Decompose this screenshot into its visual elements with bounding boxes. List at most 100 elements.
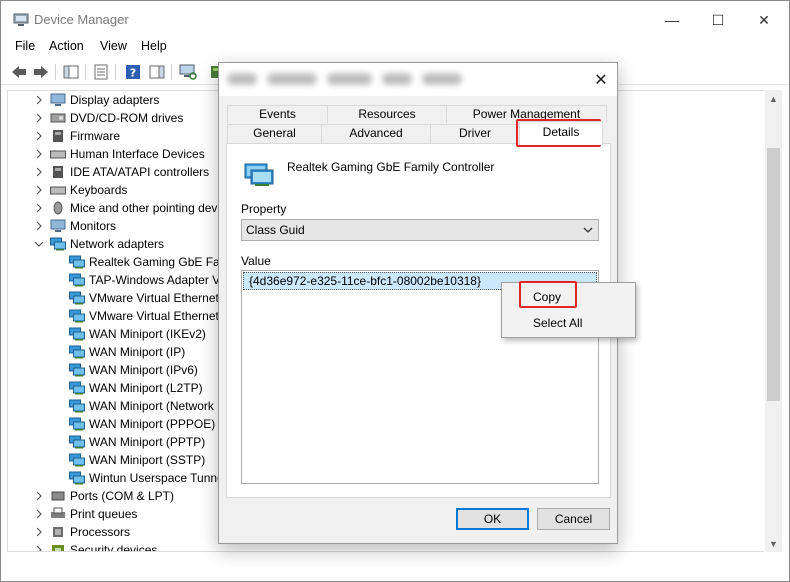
mouse-icon <box>50 201 66 215</box>
security-device-icon <box>50 543 66 551</box>
network-adapter-icon <box>69 435 85 449</box>
chevron-down-icon: ▼ <box>769 538 778 549</box>
tree-item-label: Print queues <box>70 507 138 521</box>
tab-details[interactable]: Details <box>519 121 603 145</box>
chevron-right-icon[interactable] <box>34 487 44 505</box>
properties-button[interactable] <box>91 62 111 82</box>
device-manager-app-icon <box>13 12 29 28</box>
chevron-right-icon[interactable] <box>34 541 44 551</box>
tree-item-label: Processors <box>70 525 131 539</box>
tree-item-label: WAN Miniport (Network <box>89 399 214 413</box>
dialog-close-button[interactable]: ✕ <box>587 66 615 94</box>
tree-item-label: WAN Miniport (IKEv2) <box>89 327 206 341</box>
minimize-button[interactable]: — <box>649 1 695 39</box>
tree-item-label: Mice and other pointing dev <box>70 201 218 215</box>
chevron-right-icon[interactable] <box>34 145 44 163</box>
port-icon <box>50 489 66 503</box>
chevron-right-icon[interactable] <box>34 505 44 523</box>
network-adapter-icon <box>69 255 85 269</box>
tree-item-label: WAN Miniport (IP) <box>89 345 186 359</box>
maximize-button[interactable]: ☐ <box>695 1 741 39</box>
property-label: Property <box>241 202 287 216</box>
value-label: Value <box>241 254 271 268</box>
menu-help[interactable]: Help <box>141 39 167 53</box>
menu-view[interactable]: View <box>100 39 127 53</box>
tree-item-label: Realtek Gaming GbE Fam <box>89 255 230 269</box>
window-title: Device Manager <box>34 12 129 27</box>
minimize-icon: — <box>665 12 679 28</box>
network-adapter-icon <box>69 471 85 485</box>
device-name-label: Realtek Gaming GbE Family Controller <box>287 160 495 174</box>
maximize-icon: ☐ <box>711 11 725 28</box>
chevron-right-icon[interactable] <box>34 163 44 181</box>
chevron-right-icon[interactable] <box>34 181 44 199</box>
tree-item-label: Display adapters <box>70 93 160 107</box>
property-dropdown[interactable]: Class Guid <box>241 219 599 241</box>
scrollbar-thumb[interactable] <box>767 148 780 401</box>
tree-item-label: WAN Miniport (PPTP) <box>89 435 206 449</box>
tree-scrollbar[interactable]: ▲ ▼ <box>765 90 782 552</box>
action-pane-button[interactable] <box>147 62 167 82</box>
tab-advanced[interactable]: Advanced <box>321 124 431 143</box>
network-adapter-icon <box>69 309 85 323</box>
network-adapter-icon <box>69 363 85 377</box>
tree-item-label: WAN Miniport (L2TP) <box>89 381 203 395</box>
keyboard-icon <box>50 183 66 197</box>
chevron-right-icon[interactable] <box>34 199 44 217</box>
toolbar-separator <box>115 64 116 80</box>
tree-item-label: IDE ATA/ATAPI controllers <box>70 165 210 179</box>
forward-button[interactable] <box>31 62 51 82</box>
hid-icon <box>50 147 66 161</box>
back-button[interactable] <box>9 62 29 82</box>
toolbar-separator <box>85 64 86 80</box>
tree-item-label: Keyboards <box>70 183 128 197</box>
chevron-right-icon[interactable] <box>34 109 44 127</box>
chevron-right-icon[interactable] <box>34 523 44 541</box>
toolbar-separator <box>171 64 172 80</box>
chevron-right-icon[interactable] <box>34 217 44 235</box>
chevron-right-icon[interactable] <box>34 127 44 145</box>
ok-button[interactable]: OK <box>456 508 529 530</box>
tab-resources[interactable]: Resources <box>327 105 447 123</box>
network-adapter-icon <box>69 345 85 359</box>
close-window-button[interactable]: ✕ <box>741 1 787 39</box>
close-icon: ✕ <box>758 11 770 28</box>
chevron-right-icon[interactable] <box>34 91 44 109</box>
network-adapter-icon <box>69 291 85 305</box>
menu-file[interactable]: File <box>15 39 35 53</box>
properties-icon <box>94 64 108 80</box>
chevron-down-icon[interactable] <box>34 235 44 253</box>
firmware-icon <box>50 129 66 143</box>
show-hide-console-tree-button[interactable] <box>61 62 81 82</box>
tree-item-label: TAP-Windows Adapter V9 <box>89 273 227 287</box>
printer-icon <box>50 507 66 521</box>
cancel-button[interactable]: Cancel <box>537 508 610 530</box>
toolbar-separator <box>55 64 56 80</box>
tree-item-label: WAN Miniport (IPv6) <box>89 363 198 377</box>
tab-driver[interactable]: Driver <box>430 124 520 143</box>
scroll-down-button[interactable]: ▼ <box>765 535 782 552</box>
title-bar[interactable]: Device Manager — ☐ ✕ <box>1 1 789 39</box>
network-adapter-icon <box>243 159 275 187</box>
tree-item-label: Network adapters <box>70 237 165 251</box>
monitor-icon <box>50 219 66 233</box>
tree-item-label: Firmware <box>70 129 120 143</box>
back-arrow-icon <box>12 66 26 78</box>
scan-hardware-button[interactable] <box>178 62 198 82</box>
tree-item-label: VMware Virtual Ethernet A <box>89 309 230 323</box>
menu-action[interactable]: Action <box>49 39 84 53</box>
scroll-up-button[interactable]: ▲ <box>765 90 782 107</box>
tree-item-label: Human Interface Devices <box>70 147 205 161</box>
svg-text:?: ? <box>130 67 136 80</box>
dialog-title-bar[interactable]: ✕ <box>219 63 617 96</box>
scan-hardware-icon <box>179 64 197 80</box>
tab-general[interactable]: General <box>227 124 322 143</box>
property-dropdown-value: Class Guid <box>246 223 305 237</box>
context-menu-select-all[interactable]: Select All <box>504 311 633 335</box>
help-button[interactable]: ? <box>123 62 143 82</box>
tree-item-label: Wintun Userspace Tunne <box>89 471 224 485</box>
display-adapter-icon <box>50 93 66 107</box>
tree-item-label: WAN Miniport (PPPOE) <box>89 417 216 431</box>
tree-item-label: VMware Virtual Ethernet A <box>89 291 230 305</box>
tab-events[interactable]: Events <box>227 105 328 123</box>
